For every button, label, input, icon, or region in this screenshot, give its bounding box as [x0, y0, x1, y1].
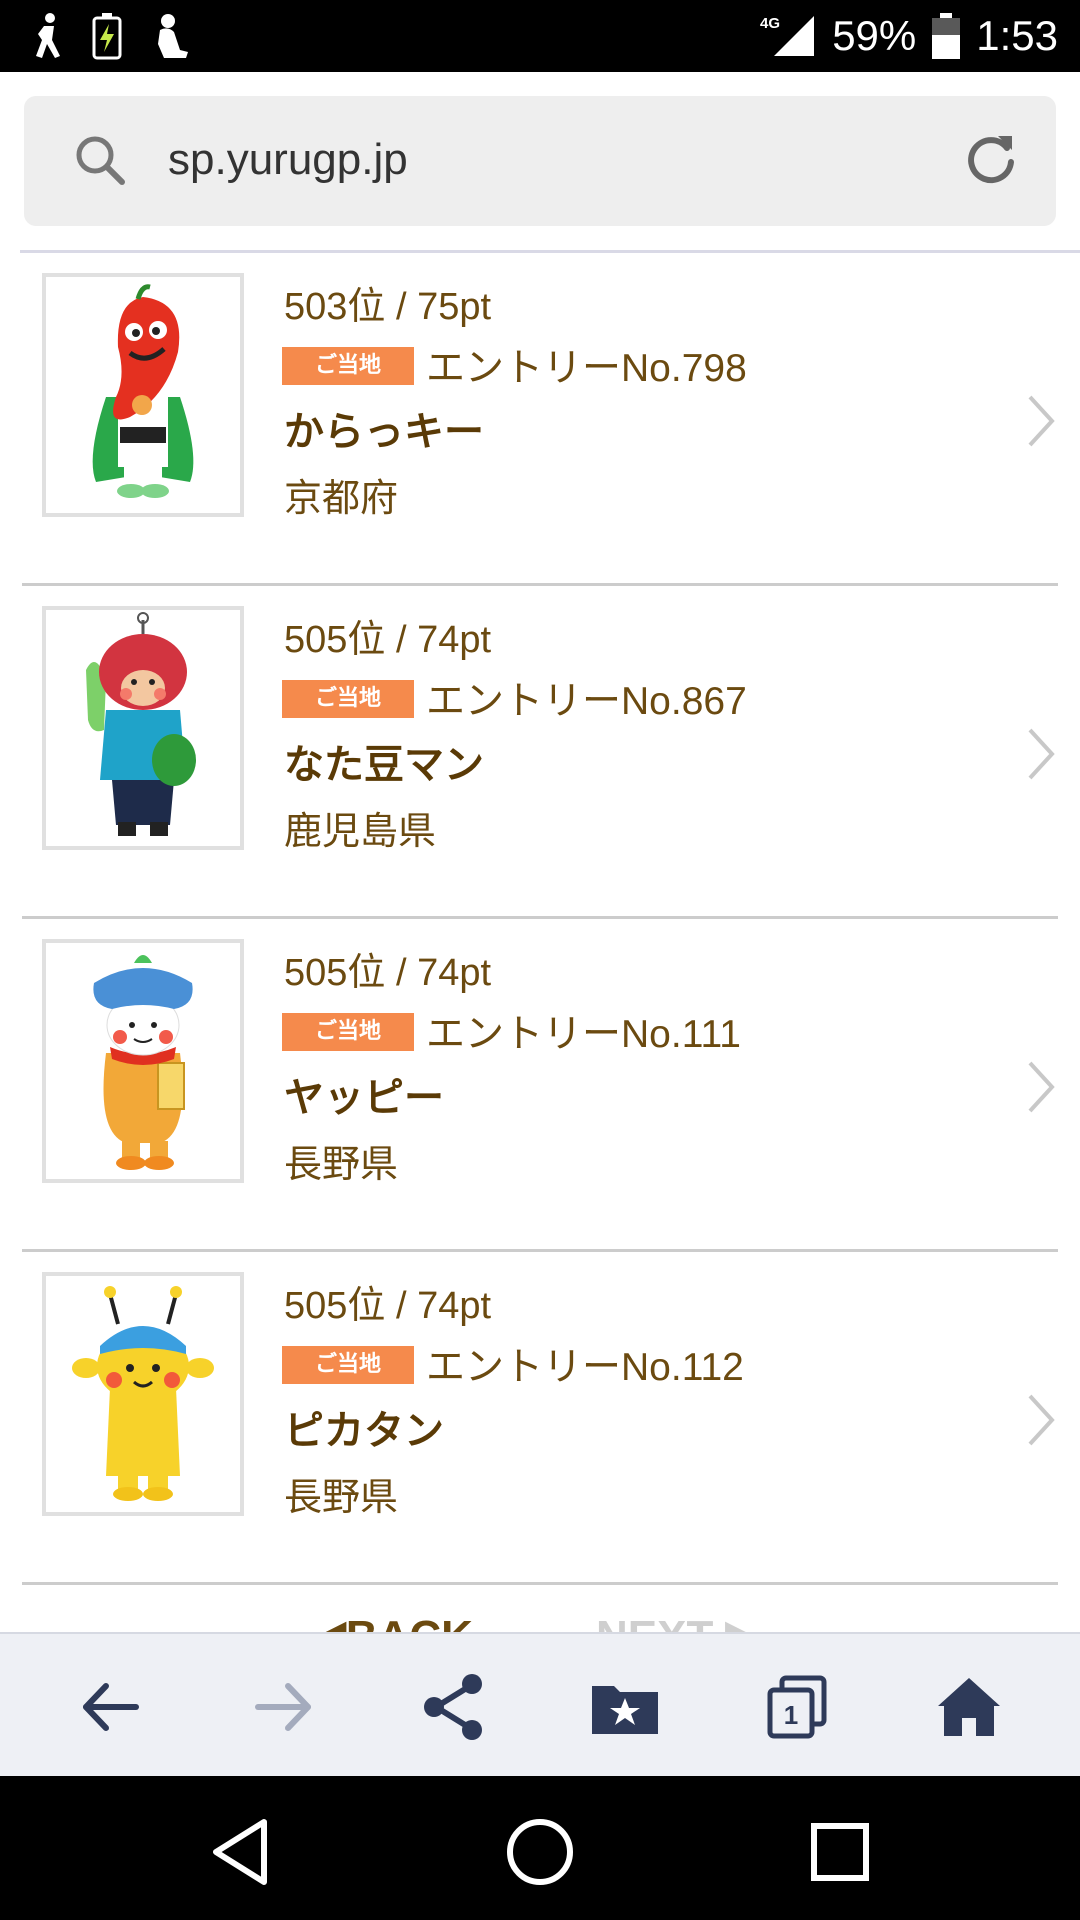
reload-icon[interactable]: [960, 128, 1022, 190]
entry-number: エントリーNo.867: [426, 680, 747, 723]
character-name[interactable]: ピカタン: [284, 1398, 444, 1456]
prefecture: 京都府: [284, 476, 399, 520]
rank-points: 505位 / 74pt: [284, 1285, 492, 1327]
back-page-link[interactable]: ◀BACK: [312, 1611, 473, 1633]
rank-points: 505位 / 74pt: [284, 952, 492, 994]
clock: 1:53: [976, 12, 1058, 59]
home-icon[interactable]: [934, 1672, 1004, 1742]
chevron-right-icon[interactable]: [1026, 1392, 1056, 1448]
list-item[interactable]: 505位 / 74pt ご当地 エントリーNo.112 ピカタン 長野県: [0, 1252, 1080, 1585]
browser-header: sp.yurugp.jp: [0, 72, 1080, 252]
battery-percent: 59%: [832, 12, 917, 59]
character-list: 503位 / 75pt ご当地 エントリーNo.798 からっキー 京都府 50…: [0, 253, 1080, 1633]
character-name[interactable]: なた豆マン: [284, 732, 484, 790]
next-page-link[interactable]: NEXT ▶: [596, 1611, 759, 1633]
list-item[interactable]: 505位 / 74pt ご当地 エントリーNo.111 ヤッピー 長野県: [0, 919, 1080, 1252]
prefecture: 長野県: [284, 1142, 399, 1186]
chevron-right-icon[interactable]: [1026, 393, 1056, 449]
list-item[interactable]: 505位 / 74pt ご当地 エントリーNo.867 なた豆マン 鹿児島県: [0, 586, 1080, 919]
url-text[interactable]: sp.yurugp.jp: [168, 130, 408, 190]
pagination: ◀BACK NEXT ▶: [0, 1593, 1080, 1633]
character-name[interactable]: からっキー: [284, 399, 484, 457]
search-icon: [76, 136, 125, 185]
address-bar[interactable]: sp.yurugp.jp: [24, 96, 1056, 226]
character-name[interactable]: ヤッピー: [284, 1065, 444, 1123]
walking-icon: [36, 13, 60, 58]
battery-charging-icon: [92, 13, 122, 60]
bookmarks-folder-icon[interactable]: [590, 1672, 660, 1742]
forward-arrow-icon[interactable]: [248, 1672, 318, 1742]
share-icon[interactable]: [418, 1672, 488, 1742]
character-thumbnail[interactable]: [42, 606, 244, 850]
chevron-right-icon[interactable]: [1026, 1059, 1056, 1115]
mascot-yappy-image: [93, 955, 193, 1170]
browser-toolbar: 1: [0, 1632, 1080, 1778]
system-navigation-bar: [0, 1776, 1080, 1920]
chevron-right-icon[interactable]: [1026, 726, 1056, 782]
character-thumbnail[interactable]: [42, 273, 244, 517]
status-bar: 4G 59% 1:53: [0, 0, 1080, 72]
mascot-natamameman-image: [86, 612, 196, 836]
svg-text:1: 1: [784, 1700, 798, 1730]
back-arrow-icon[interactable]: [76, 1672, 146, 1742]
prefecture: 長野県: [284, 1475, 399, 1519]
character-thumbnail[interactable]: [42, 1272, 244, 1516]
character-thumbnail[interactable]: [42, 939, 244, 1183]
mascot-pikatan-image: [72, 1286, 214, 1501]
app-notification-icon: [158, 14, 188, 58]
divider: [22, 1582, 1058, 1585]
rank-points: 503位 / 75pt: [284, 286, 492, 328]
entry-number: エントリーNo.111: [426, 1013, 741, 1056]
nav-back-icon[interactable]: [202, 1812, 282, 1892]
signal-4g-icon: 4G: [760, 15, 815, 56]
status-notifications: [30, 10, 190, 62]
prefecture: 鹿児島県: [284, 809, 437, 853]
entry-number: エントリーNo.798: [426, 347, 747, 390]
category-badge: ご当地: [282, 1013, 414, 1051]
nav-recents-icon[interactable]: [800, 1812, 880, 1892]
mascot-karakki-image: [81, 284, 205, 498]
entry-number: エントリーNo.112: [426, 1346, 744, 1389]
category-badge: ご当地: [282, 1346, 414, 1384]
battery-icon: [932, 13, 961, 59]
rank-points: 505位 / 74pt: [284, 619, 492, 661]
tabs-icon[interactable]: 1: [762, 1672, 832, 1742]
category-badge: ご当地: [282, 680, 414, 718]
category-badge: ご当地: [282, 347, 414, 385]
nav-home-icon[interactable]: [500, 1812, 580, 1892]
svg-text:4G: 4G: [760, 15, 780, 32]
list-item[interactable]: 503位 / 75pt ご当地 エントリーNo.798 からっキー 京都府: [0, 253, 1080, 586]
status-system: 4G 59% 1:53: [760, 0, 1058, 72]
